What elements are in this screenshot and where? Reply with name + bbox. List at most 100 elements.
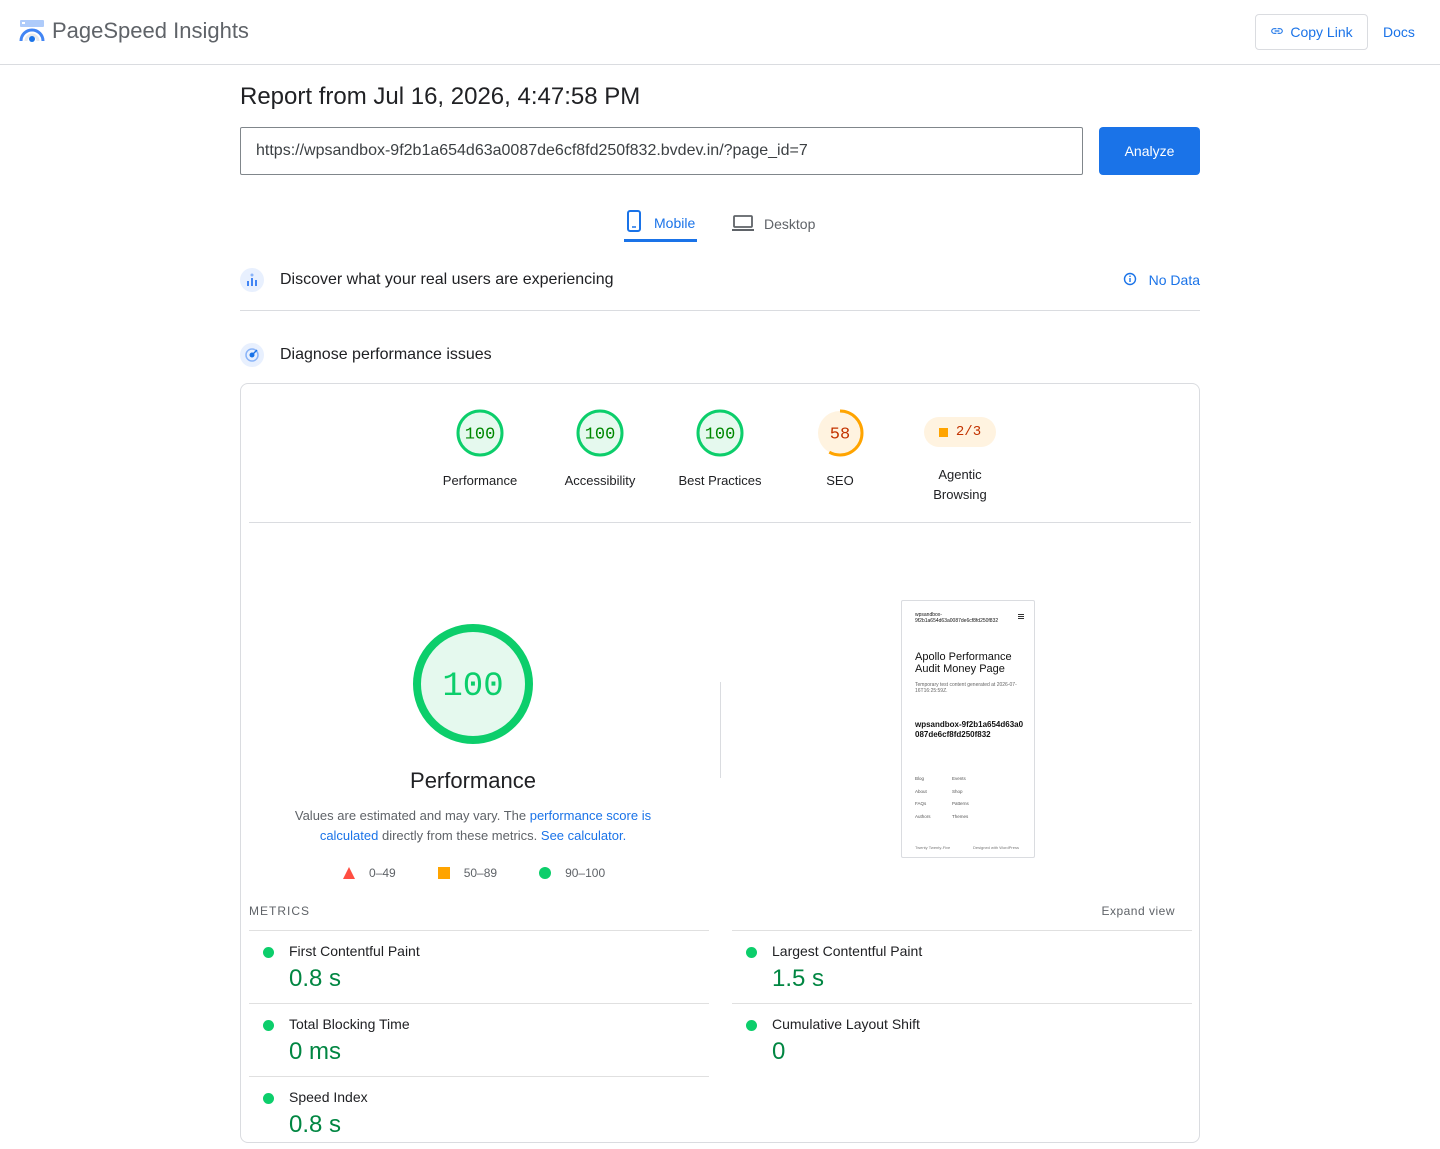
gauge-agentic-label: Agentic Browsing <box>933 467 987 502</box>
metric-cls-label: Cumulative Layout Shift <box>772 1016 920 1032</box>
gauge-best-practices[interactable]: 100 Best Practices <box>670 408 770 491</box>
no-data-label: No Data <box>1148 272 1200 288</box>
fail-triangle-icon <box>343 867 355 879</box>
gauge-performance-value: 100 <box>465 426 496 445</box>
agentic-badge: 2/3 <box>924 417 996 447</box>
desktop-icon <box>732 214 754 235</box>
no-data-indicator[interactable]: No Data <box>1123 272 1200 289</box>
gauge-seo-ring: 58 <box>816 409 864 457</box>
perf-desc-prefix: Values are estimated and may vary. The <box>294 808 530 823</box>
legend-average-label: 50–89 <box>463 866 498 880</box>
legend-fail-label: 0–49 <box>369 866 396 880</box>
copy-link-label: Copy Link <box>1290 24 1353 40</box>
tab-desktop-label: Desktop <box>764 216 816 232</box>
gauge-seo-label: SEO <box>826 473 854 488</box>
report-card: 100 Performance 100 Accessibility 100 Be… <box>240 383 1200 1143</box>
gauge-accessibility-label: Accessibility <box>564 473 636 488</box>
gauge-performance-label: Performance <box>442 473 518 488</box>
legend-fail: 0–49 <box>343 866 396 880</box>
metric-si: Speed Index 0.8 s <box>249 1076 709 1149</box>
info-icon <box>1123 272 1137 289</box>
thumb-links-left: Blog About FAQs Authors <box>915 776 931 819</box>
gauge-accessibility-ring: 100 <box>576 409 624 457</box>
analyze-button[interactable]: Analyze <box>1099 127 1200 175</box>
average-square-icon <box>437 867 450 879</box>
performance-description: Values are estimated and may vary. The p… <box>277 806 669 846</box>
tab-mobile-label: Mobile <box>654 214 696 231</box>
metrics-header: METRICS Expand view <box>249 904 1183 918</box>
field-data-title: Discover what your real users are experi… <box>280 271 614 288</box>
section-divider <box>240 310 1200 311</box>
performance-title: Performance <box>410 768 536 793</box>
copy-link-button[interactable]: Copy Link <box>1255 14 1368 50</box>
metric-fcp: First Contentful Paint 0.8 s <box>249 930 709 1003</box>
diagnose-icon <box>240 343 264 367</box>
gauge-performance[interactable]: 100 Performance <box>430 408 530 491</box>
thumb-links-right: Events Shop Patterns Themes <box>952 776 969 819</box>
pass-circle-icon <box>263 947 274 958</box>
thumb-site-name: wpsandbox-9f2b1a654d63a0087de6cf8fd250f8… <box>915 612 999 624</box>
metric-si-value: 0.8 s <box>289 1111 342 1138</box>
metric-cls-value: 0 <box>772 1038 786 1065</box>
metric-lcp-value: 1.5 s <box>772 965 825 992</box>
thumb-menu-icon <box>1018 614 1024 619</box>
agentic-value: 2/3 <box>955 424 982 440</box>
mobile-icon <box>624 210 644 235</box>
thumb-big-text: wpsandbox-9f2b1a654d63a0087de6cf8fd250f8… <box>915 720 1024 739</box>
thumb-sub: Temporary test content generated at 2026… <box>915 682 1017 694</box>
metric-fcp-label: First Contentful Paint <box>289 943 420 959</box>
gauge-seo-value: 58 <box>830 426 850 445</box>
tab-desktop[interactable]: Desktop <box>732 206 815 242</box>
legend-average: 50–89 <box>437 866 498 880</box>
pass-circle-icon <box>746 947 757 958</box>
thumb-heading: Apollo Performance Audit Money Page <box>915 651 1012 675</box>
gauge-best-practices-ring: 100 <box>696 409 744 457</box>
docs-link[interactable]: Docs <box>1383 24 1415 40</box>
link-icon <box>1270 24 1284 41</box>
metrics-heading: METRICS <box>249 904 310 918</box>
users-chart-icon <box>240 268 264 292</box>
diagnose-title: Diagnose performance issues <box>280 346 492 363</box>
expand-view-button[interactable]: Expand view <box>1101 904 1175 918</box>
vertical-divider <box>720 682 721 778</box>
pass-circle-icon <box>746 1020 757 1031</box>
gauge-accessibility[interactable]: 100 Accessibility <box>550 408 650 491</box>
pagespeed-logo-icon <box>19 19 45 43</box>
pass-circle-icon <box>263 1093 274 1104</box>
metric-tbt-label: Total Blocking Time <box>289 1016 410 1032</box>
url-input[interactable] <box>240 127 1083 175</box>
average-square-icon <box>938 427 948 437</box>
metric-cls: Cumulative Layout Shift 0 <box>732 1003 1192 1076</box>
metric-si-label: Speed Index <box>289 1089 368 1105</box>
gauge-best-practices-label: Best Practices <box>678 473 762 488</box>
top-bar: PageSpeed Insights Copy Link Docs <box>0 0 1440 65</box>
diagnose-row: Diagnose performance issues <box>240 343 1200 367</box>
thumb-footer-left: Twenty Twenty-Five <box>915 845 951 850</box>
thumb-footer-right: Designed with WordPress <box>973 845 1019 850</box>
performance-big-gauge: 100 <box>413 624 533 744</box>
metric-fcp-value: 0.8 s <box>289 965 342 992</box>
gauge-performance-ring: 100 <box>456 409 504 457</box>
metric-tbt-value: 0 ms <box>289 1038 342 1065</box>
score-legend: 0–49 50–89 90–100 <box>343 866 605 880</box>
legend-pass-label: 90–100 <box>565 866 606 880</box>
app-title: PageSpeed Insights <box>52 18 249 43</box>
field-data-row: Discover what your real users are experi… <box>240 268 1200 292</box>
metric-lcp: Largest Contentful Paint 1.5 s <box>732 930 1192 1003</box>
pass-circle-icon <box>263 1020 274 1031</box>
report-title: Report from Jul 16, 2026, 4:47:58 PM <box>240 83 641 110</box>
final-screenshot[interactable]: wpsandbox-9f2b1a654d63a0087de6cf8fd250f8… <box>901 600 1035 858</box>
metric-tbt: Total Blocking Time 0 ms <box>249 1003 709 1076</box>
legend-pass: 90–100 <box>539 866 605 880</box>
metric-lcp-label: Largest Contentful Paint <box>772 943 923 959</box>
card-divider <box>249 522 1191 523</box>
pass-circle-icon <box>539 867 552 879</box>
perf-desc-mid: directly from these metrics. <box>378 828 541 843</box>
gauge-best-practices-value: 100 <box>705 426 736 445</box>
gauge-seo[interactable]: 58 SEO <box>790 408 890 491</box>
performance-big-value: 100 <box>442 668 503 706</box>
tab-mobile[interactable]: Mobile <box>624 206 697 242</box>
gauge-agentic-browsing[interactable]: 2/3 Agentic Browsing <box>910 408 1010 505</box>
see-calculator-link[interactable]: See calculator. <box>541 828 626 843</box>
gauge-accessibility-value: 100 <box>585 426 616 445</box>
